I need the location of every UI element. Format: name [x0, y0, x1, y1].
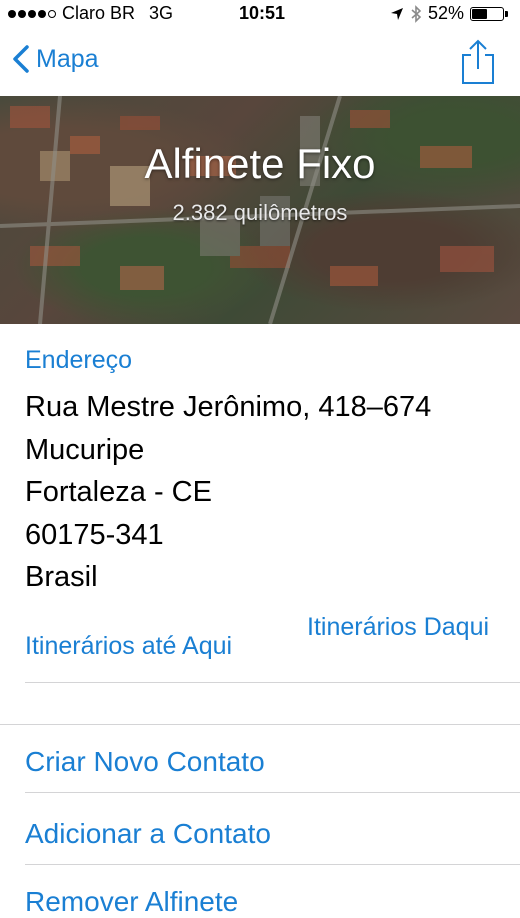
- share-icon: [462, 39, 494, 84]
- battery-percent: 52%: [427, 3, 464, 23]
- address-label: Endereço: [25, 346, 133, 374]
- clock: 10:51: [239, 3, 286, 23]
- share-button[interactable]: [460, 38, 496, 91]
- directions-to-here-button[interactable]: Itinerários até Aqui: [25, 632, 232, 661]
- address-street: Rua Mestre Jerônimo, 418–674: [25, 391, 432, 423]
- divider: [25, 682, 520, 683]
- pin-distance: 2.382 quilômetros: [172, 200, 348, 225]
- address-block: Rua Mestre Jerônimo, 418–674 Mucuripe Fo…: [25, 386, 431, 599]
- address-postal-code: 60175-341: [25, 518, 164, 551]
- status-bar: Claro BR 3G 10:51 52%: [0, 0, 520, 30]
- divider: [0, 724, 520, 725]
- network-type: 3G: [149, 3, 174, 23]
- status-left: Claro BR 3G: [8, 3, 173, 24]
- signal-strength-icon: [8, 9, 56, 18]
- divider: [25, 792, 520, 793]
- directions-from-here-button[interactable]: Itinerários Daqui: [307, 608, 507, 646]
- chevron-left-icon: [13, 45, 29, 73]
- status-right: 52%: [390, 3, 508, 24]
- carrier-name: Claro BR: [62, 3, 136, 23]
- address-neighborhood: Mucuripe: [25, 433, 145, 466]
- back-button-label: Mapa: [36, 44, 99, 73]
- location-arrow-icon: [390, 7, 403, 20]
- address-city: Fortaleza - CE: [25, 476, 212, 508]
- address-country: Brasil: [25, 561, 98, 593]
- pin-title: Alfinete Fixo: [144, 140, 376, 187]
- remove-pin-button[interactable]: Remover Alfinete: [25, 886, 238, 918]
- battery-icon: [470, 6, 508, 21]
- divider: [25, 864, 520, 865]
- back-button[interactable]: Mapa: [12, 44, 99, 74]
- navigation-bar: Mapa: [0, 30, 520, 96]
- create-new-contact-button[interactable]: Criar Novo Contato: [25, 746, 265, 778]
- add-to-contact-button[interactable]: Adicionar a Contato: [25, 818, 271, 850]
- bluetooth-icon: [411, 4, 422, 23]
- satellite-header-image: Alfinete Fixo 2.382 quilômetros: [0, 96, 520, 324]
